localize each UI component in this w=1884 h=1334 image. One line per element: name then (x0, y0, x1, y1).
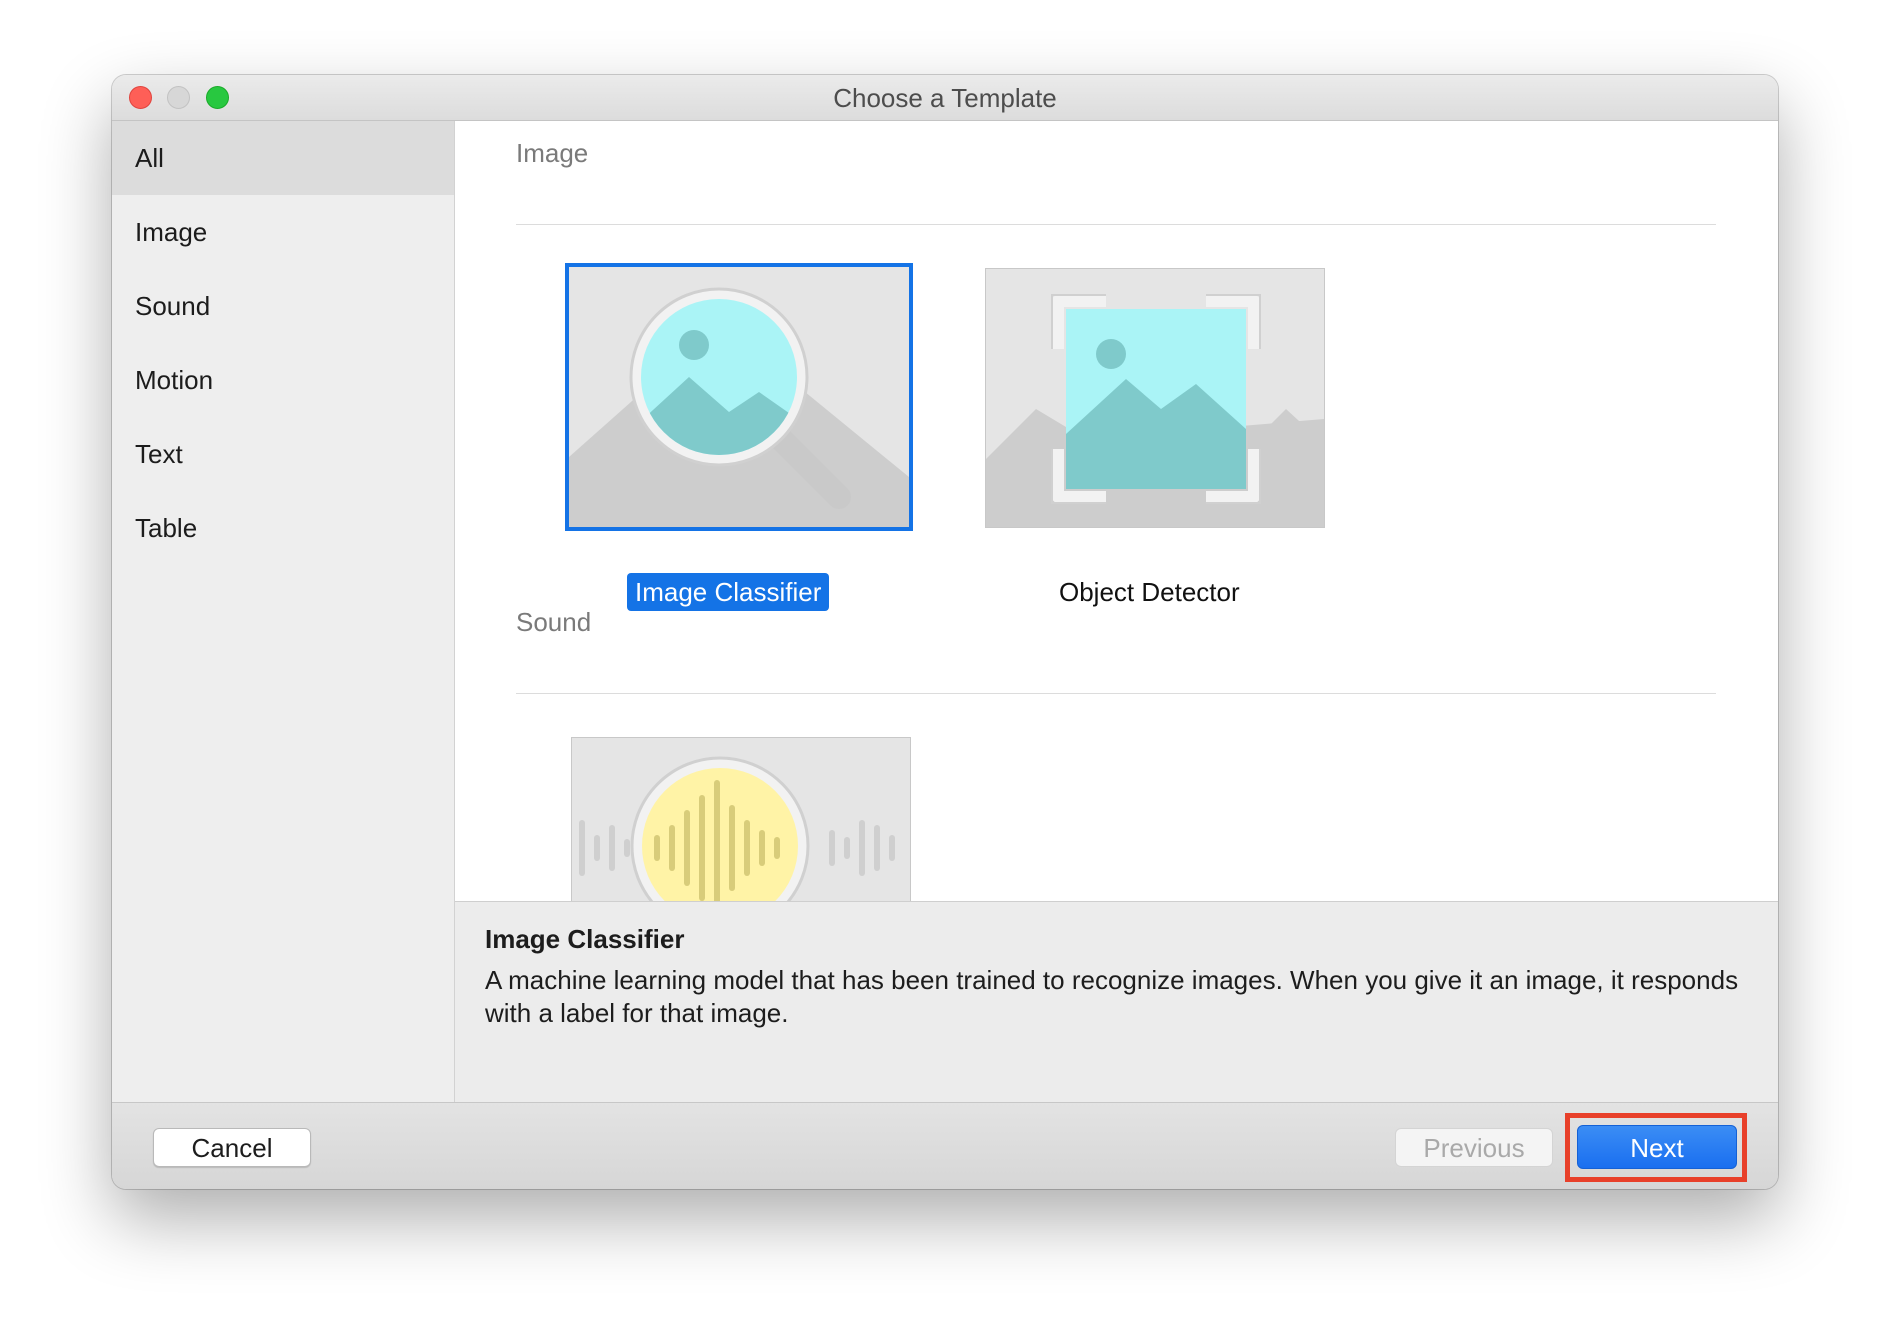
template-object-detector[interactable] (985, 268, 1325, 528)
description-title: Image Classifier (485, 924, 685, 954)
title-bar: Choose a Template (112, 75, 1778, 121)
sidebar-item-all[interactable]: All (112, 121, 454, 195)
template-image-classifier[interactable] (565, 263, 913, 531)
template-label-object-detector[interactable]: Object Detector (1051, 573, 1248, 611)
category-sidebar: All Image Sound Motion Text Table (112, 121, 455, 1102)
sidebar-item-text[interactable]: Text (112, 417, 454, 491)
sidebar-item-image[interactable]: Image (112, 195, 454, 269)
image-classifier-icon (569, 267, 909, 527)
template-description-panel: Image Classifier A machine learning mode… (455, 901, 1778, 1103)
sound-classifier-icon (572, 738, 910, 901)
next-button[interactable]: Next (1577, 1125, 1737, 1169)
sidebar-item-table[interactable]: Table (112, 491, 454, 565)
sidebar-item-motion[interactable]: Motion (112, 343, 454, 417)
object-detector-icon (986, 269, 1324, 527)
template-sound-classifier[interactable] (571, 737, 911, 901)
description-body: A machine learning model that has been t… (485, 965, 1739, 1028)
section-divider (516, 224, 1716, 225)
sidebar-item-sound[interactable]: Sound (112, 269, 454, 343)
cancel-button[interactable]: Cancel (153, 1128, 311, 1167)
window-title: Choose a Template (833, 83, 1057, 113)
section-title-sound: Sound (516, 607, 592, 637)
section-divider (516, 693, 1716, 694)
choose-template-window: Choose a Template All Image Sound Motion… (112, 75, 1778, 1189)
dialog-footer: Cancel Previous Next (112, 1102, 1778, 1189)
template-label-image-classifier[interactable]: Image Classifier (627, 573, 830, 611)
template-gallery: Image Image Classifier Object Detector S… (455, 121, 1778, 901)
section-title-image: Image (516, 138, 589, 168)
previous-button[interactable]: Previous (1395, 1128, 1553, 1167)
